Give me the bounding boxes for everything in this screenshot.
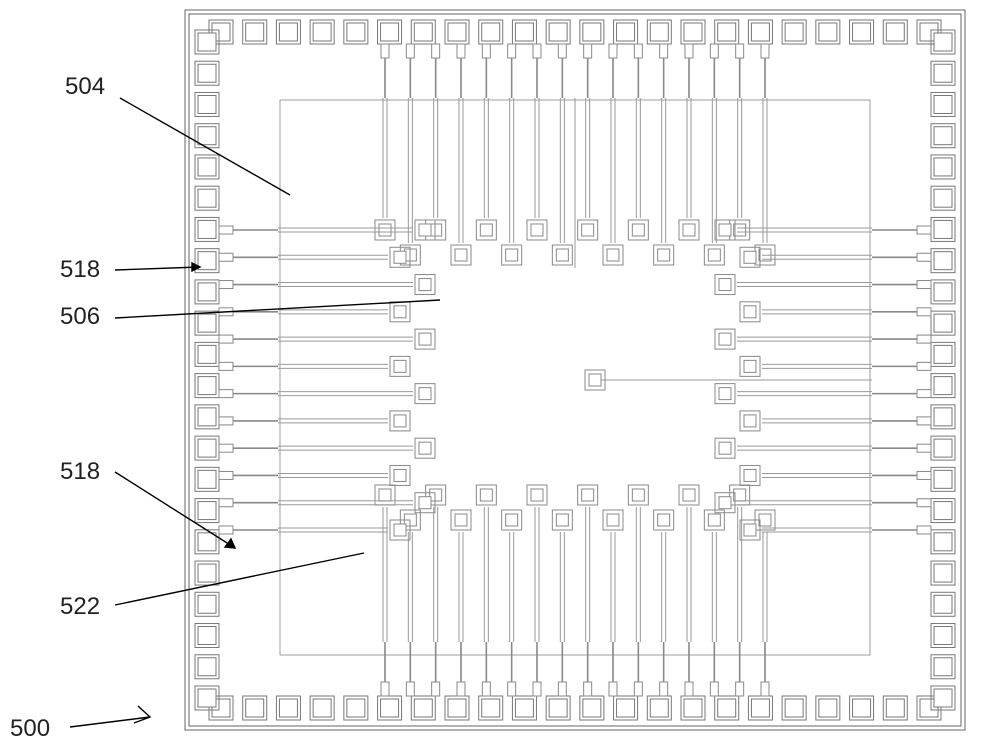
ref-504: 504	[65, 75, 105, 99]
ref-500: 500	[10, 717, 50, 741]
chip-package-diagram	[175, 0, 975, 740]
ref-518-upper: 518	[60, 258, 100, 282]
ref-518-lower: 518	[60, 460, 100, 484]
ref-522: 522	[60, 595, 100, 619]
ref-506: 506	[60, 305, 100, 329]
